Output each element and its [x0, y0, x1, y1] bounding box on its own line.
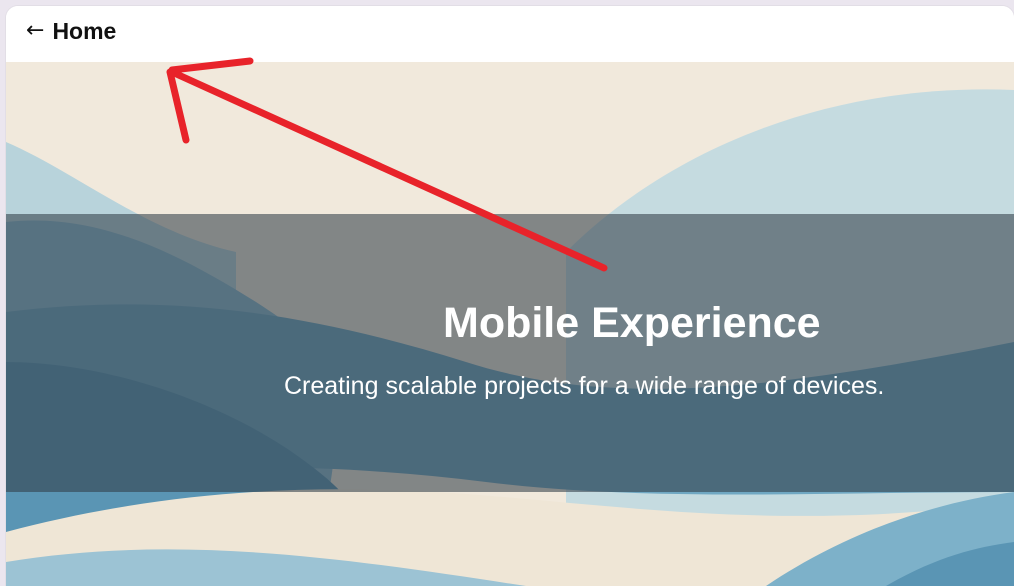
hero-overlay-band	[6, 214, 1014, 492]
home-link-label: Home	[52, 17, 117, 44]
left-arrow-icon: ←	[26, 18, 45, 43]
home-back-link[interactable]: ← Home	[26, 16, 116, 46]
hero-subtitle: Creating scalable projects for a wide ra…	[284, 372, 885, 400]
hero-section: Mobile Experience Creating scalable proj…	[6, 62, 1014, 586]
hero-title: Mobile Experience	[443, 299, 821, 347]
top-bar: ← Home	[6, 6, 1014, 62]
app-window: ← Home Mobile Experience Creating scalab…	[6, 6, 1014, 586]
